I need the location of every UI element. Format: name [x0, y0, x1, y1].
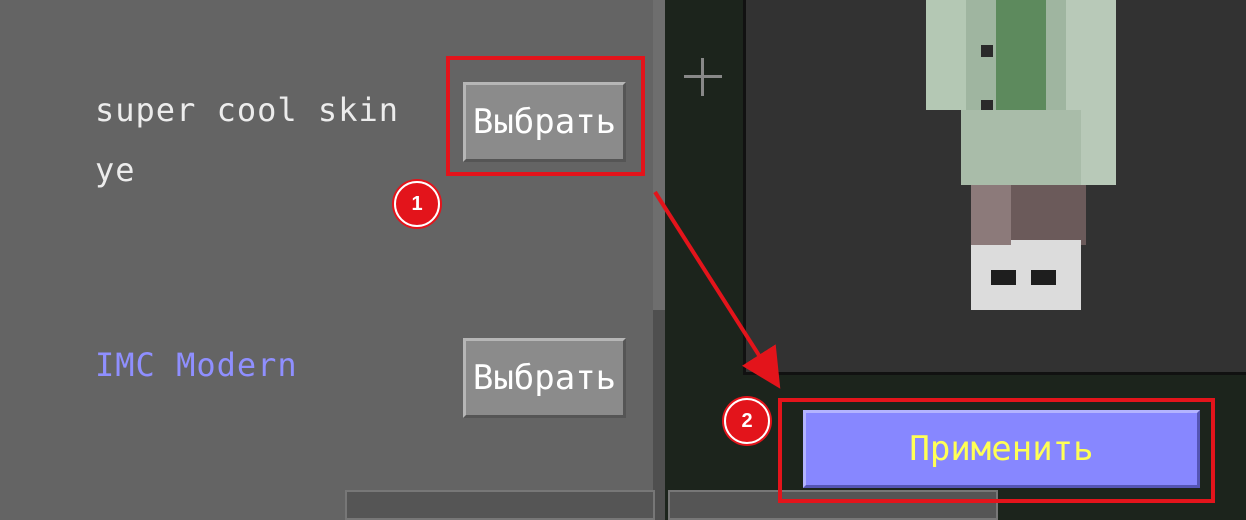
step-badge-2: 2 — [724, 398, 770, 444]
step-badge-1: 1 — [394, 181, 440, 227]
arrow-icon — [653, 190, 781, 389]
